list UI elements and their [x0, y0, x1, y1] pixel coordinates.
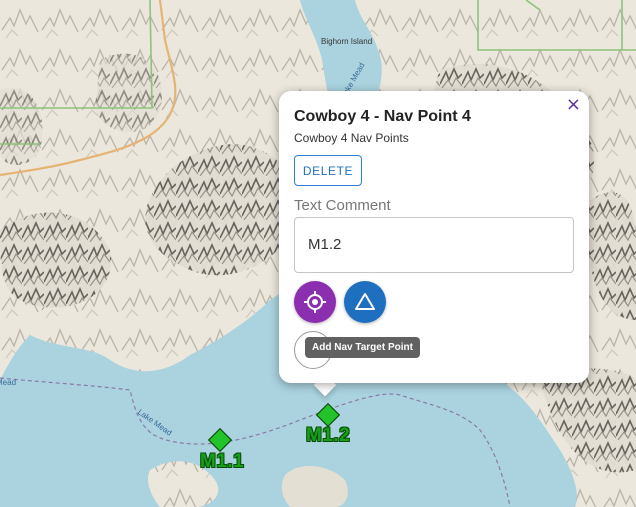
triangle-icon — [355, 293, 375, 310]
delete-button[interactable]: DELETE — [294, 155, 362, 186]
triangle-button[interactable] — [344, 281, 386, 323]
popup-title: Cowboy 4 - Nav Point 4 — [294, 108, 471, 125]
nav-point-popup: × Cowboy 4 - Nav Point 4 Cowboy 4 Nav Po… — [279, 91, 589, 383]
text-comment-field[interactable]: M1.2 — [294, 217, 574, 273]
crosshair-icon — [304, 291, 326, 313]
marker-label-m1-1[interactable]: M1.1 — [200, 451, 244, 473]
lake-label-left: Mead — [0, 378, 17, 387]
marker-label-m1-2[interactable]: M1.2 — [306, 425, 350, 447]
text-comment-value: M1.2 — [308, 236, 342, 253]
text-comment-label: Text Comment — [294, 197, 391, 214]
add-nav-target-button[interactable] — [294, 281, 336, 323]
island-label: Bighorn Island — [321, 37, 373, 46]
tooltip: Add Nav Target Point — [305, 337, 420, 358]
popup-subtitle: Cowboy 4 Nav Points — [294, 131, 409, 145]
close-icon[interactable]: × — [566, 94, 581, 116]
